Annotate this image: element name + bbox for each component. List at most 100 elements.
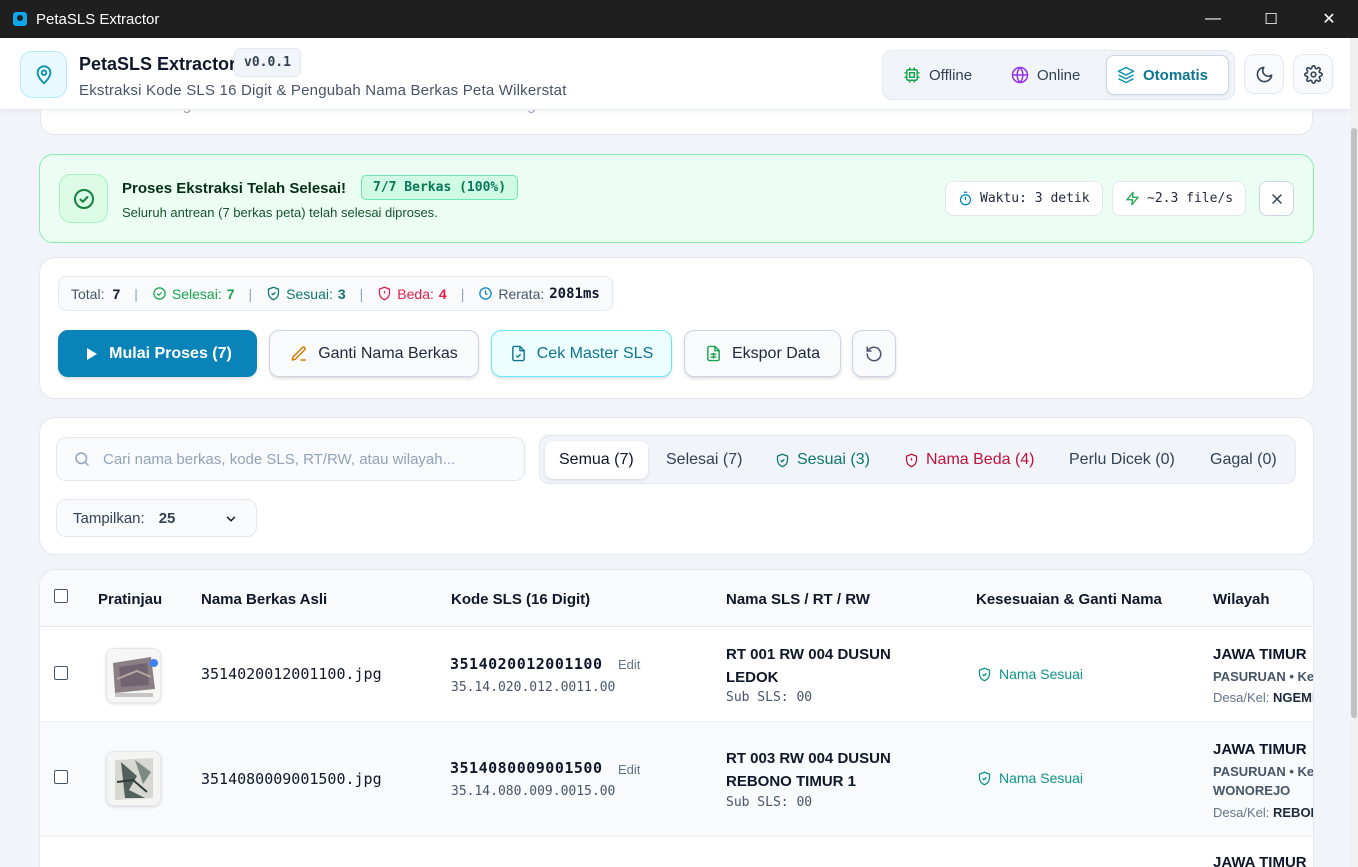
page-size-value: 25	[158, 509, 176, 527]
region-village-value: REBON	[1273, 805, 1313, 820]
tab-all[interactable]: Semua (7)	[545, 441, 648, 479]
results-table: Pratinjau Nama Berkas Asli Kode SLS (16 …	[39, 569, 1314, 867]
stat-diff-value: 4	[438, 285, 447, 302]
app-header: PetaSLS Extractor v0.0.1 Ekstraksi Kode …	[0, 38, 1350, 110]
elapsed-time-chip: Waktu: 3 detik	[945, 181, 1103, 216]
table-row[interactable]: JAWA TIMUR	[40, 837, 1313, 867]
tab-all-label: Semua (7)	[559, 451, 634, 468]
stats-actions-card: Total: 7 | Selesai: 7 | Sesuai: 3 | Beda…	[39, 257, 1314, 399]
table-row[interactable]: 3514080009001500.jpg 3514080009001500 Ed…	[40, 722, 1313, 837]
mode-offline-label: Offline	[929, 66, 973, 84]
select-all-checkbox[interactable]	[54, 589, 68, 603]
start-process-label: Mulai Proses (7)	[109, 344, 232, 362]
sls-code: 3514020012001100	[450, 655, 603, 673]
stat-total-value: 7	[112, 285, 121, 302]
edit-code-link[interactable]: Edit	[618, 657, 640, 672]
pencil-icon	[290, 345, 308, 363]
region-village-label: Desa/Kel:	[1213, 805, 1270, 820]
sls-code-dotted: 35.14.080.009.0015.00	[451, 784, 616, 799]
col-match-rename: Kesesuaian & Ganti Nama	[976, 591, 1162, 608]
tab-name-diff[interactable]: Nama Beda (4)	[890, 441, 1049, 479]
elapsed-time-text: Waktu: 3 detik	[980, 191, 1090, 206]
original-filename: 3514020012001100.jpg	[201, 665, 382, 683]
edit-code-link[interactable]: Edit	[618, 762, 640, 777]
sub-sls: Sub SLS: 00	[726, 795, 813, 810]
shield-alert-icon	[904, 453, 919, 468]
tab-done[interactable]: Selesai (7)	[652, 441, 756, 479]
tab-done-label: Selesai (7)	[666, 451, 743, 468]
region-district: WONOREJO	[1213, 783, 1291, 798]
sls-name: RT 001 RW 004 DUSUN LEDOK	[726, 646, 891, 686]
window-titlebar: PetaSLS Extractor — ☐ ✕	[0, 0, 1358, 38]
region-village-label: Desa/Kel:	[1213, 690, 1270, 705]
check-master-sls-label: Cek Master SLS	[536, 344, 654, 362]
table-row[interactable]: 3514020012001100.jpg 3514020012001100 Ed…	[40, 627, 1313, 722]
map-preview-thumbnail[interactable]	[106, 751, 161, 806]
stat-avg-label: Rerata:	[498, 285, 545, 302]
col-sls-code: Kode SLS (16 Digit)	[451, 591, 591, 608]
tab-name-diff-label: Nama Beda (4)	[926, 451, 1035, 468]
scrollbar-thumb[interactable]	[1351, 128, 1357, 718]
tab-match-label: Sesuai (3)	[797, 451, 870, 468]
close-icon	[1269, 191, 1285, 207]
reset-button[interactable]	[852, 330, 896, 377]
timer-icon	[958, 191, 973, 206]
spreadsheet-icon	[705, 345, 722, 362]
check-master-sls-button[interactable]: Cek Master SLS	[491, 330, 672, 377]
clock-icon	[478, 286, 493, 301]
export-data-button[interactable]: Ekspor Data	[684, 330, 841, 377]
minimize-button[interactable]: —	[1184, 0, 1242, 38]
region-province: JAWA TIMUR	[1213, 741, 1307, 758]
rename-files-button[interactable]: Ganti Nama Berkas	[269, 330, 479, 377]
banner-subtitle: Seluruh antrean (7 berkas peta) telah se…	[122, 205, 438, 220]
stat-diff: Beda: 4	[377, 285, 447, 302]
sls-code: 3514080009001500	[450, 759, 603, 777]
stat-match-label: Sesuai:	[286, 285, 333, 302]
stat-done-value: 7	[226, 285, 235, 302]
check-circle-icon	[59, 174, 108, 223]
close-window-button[interactable]: ✕	[1300, 0, 1358, 38]
stat-diff-label: Beda:	[397, 285, 434, 302]
map-preview-thumbnail[interactable]	[106, 648, 161, 703]
maximize-button[interactable]: ☐	[1242, 0, 1300, 38]
match-status-label: Nama Sesuai	[999, 666, 1084, 682]
row-checkbox[interactable]	[54, 770, 68, 784]
rotate-ccw-icon	[865, 345, 883, 363]
tab-match[interactable]: Sesuai (3)	[761, 441, 884, 479]
shield-alert-icon	[377, 286, 392, 301]
col-region: Wilayah	[1213, 591, 1270, 608]
success-banner: Proses Ekstraksi Telah Selesai! 7/7 Berk…	[39, 154, 1314, 243]
filter-tabs: Semua (7) Selesai (7) Sesuai (3) Nama Be…	[539, 435, 1296, 484]
banner-progress-badge: 7/7 Berkas (100%)	[361, 175, 519, 200]
tab-needs-check[interactable]: Perlu Dicek (0)	[1055, 441, 1189, 479]
file-check-icon	[510, 345, 527, 362]
dismiss-banner-button[interactable]	[1259, 181, 1294, 216]
search-input[interactable]	[103, 450, 503, 468]
mode-online-button[interactable]: Online	[1001, 55, 1090, 95]
page-size-label: Tampilkan:	[73, 509, 145, 527]
tab-failed-label: Gagal (0)	[1210, 451, 1277, 468]
stat-total-label: Total:	[71, 285, 105, 302]
stats-bar: Total: 7 | Selesai: 7 | Sesuai: 3 | Beda…	[58, 276, 613, 311]
map-pin-logo-icon	[20, 51, 67, 98]
mode-auto-button[interactable]: Otomatis	[1106, 55, 1229, 95]
version-badge: v0.0.1	[234, 48, 301, 77]
zap-icon	[1125, 191, 1140, 206]
throughput-text: ~2.3 file/s	[1147, 191, 1234, 206]
page-scrollbar[interactable]	[1350, 38, 1358, 867]
tab-needs-check-label: Perlu Dicek (0)	[1069, 451, 1175, 468]
shield-check-icon	[266, 286, 281, 301]
tab-failed[interactable]: Gagal (0)	[1196, 441, 1291, 479]
start-process-button[interactable]: Mulai Proses (7)	[58, 330, 257, 377]
col-preview: Pratinjau	[98, 591, 163, 608]
cpu-icon	[903, 66, 921, 84]
export-data-label: Ekspor Data	[731, 344, 821, 362]
mode-switch: Offline Online Otomatis	[882, 50, 1235, 100]
mode-offline-button[interactable]: Offline	[893, 55, 982, 95]
settings-button[interactable]	[1293, 54, 1333, 94]
page-size-select[interactable]: Tampilkan: 25	[56, 499, 257, 537]
table-header: Pratinjau Nama Berkas Asli Kode SLS (16 …	[40, 570, 1313, 627]
col-original-filename: Nama Berkas Asli	[201, 591, 328, 608]
row-checkbox[interactable]	[54, 666, 68, 680]
theme-toggle-button[interactable]	[1244, 54, 1284, 94]
